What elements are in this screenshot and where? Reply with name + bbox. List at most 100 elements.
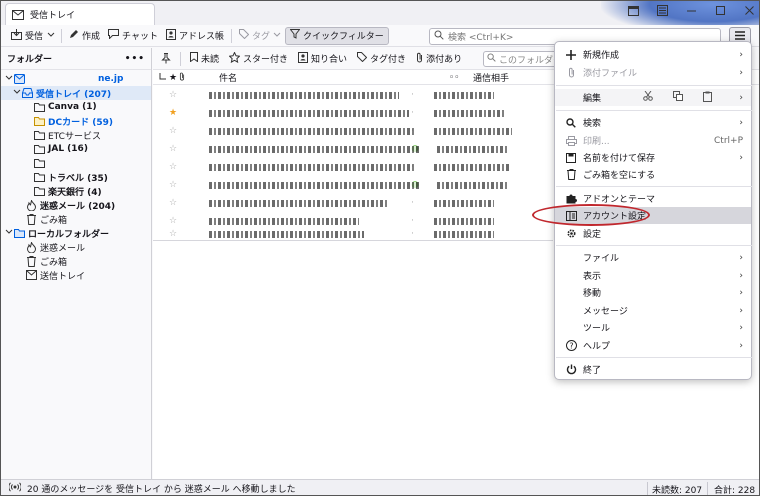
folder-label: 迷惑メール [40,243,86,254]
subject-column[interactable]: 件名 [219,71,449,84]
filter-attachment-button[interactable]: 添付あり [412,51,466,67]
menu-item-message[interactable]: メッセージ › [555,302,751,319]
folder-inbox[interactable]: 受信トレイ (207) [1,86,151,100]
star-toggle-icon[interactable]: ☆ [169,198,177,208]
menu-item-label: ヘルプ [583,342,611,352]
filter-contact-button[interactable]: 知り合い [294,51,351,67]
menu-item-empty-trash[interactable]: ごみ箱を空にする [555,166,751,183]
menu-item-settings[interactable]: 設定 [555,225,751,242]
tasks-icon[interactable] [657,5,668,19]
get-messages-button[interactable]: 受信 [7,27,47,45]
star-toggle-icon[interactable]: ☆ [169,162,177,172]
filter-icon [289,29,301,42]
search-placeholder: 検索 <Ctrl+K> [448,33,514,43]
outbox-icon [26,270,37,281]
filter-unread-button[interactable]: 未読 [186,51,223,67]
quick-filter-button[interactable]: クイックフィルター [284,26,389,45]
calendar-icon[interactable] [628,5,639,19]
search-icon [487,53,496,65]
folder-label: ローカルフォルダー [28,229,110,240]
menu-item-label: 検索 [583,119,602,129]
menu-item-help[interactable]: ? ヘルプ › [555,337,751,354]
folder-jal[interactable]: JAL (16) [1,142,151,156]
folder-outbox[interactable]: 送信トレイ [1,268,151,282]
status-bar: 20 通のメッセージを 受信トレイ から 迷惑メール へ移動しました 未読数: … [1,479,759,495]
account-row[interactable]: ne.jp [1,72,151,86]
paperclip-icon [565,67,577,78]
menu-item-save-as[interactable]: 名前を付けて保存 › [555,149,751,166]
bookmark-icon [190,52,198,65]
address-book-button[interactable]: アドレス帳 [162,27,228,45]
more-options-icon[interactable]: ••• [125,54,145,64]
menu-item-tools[interactable]: ツール › [555,319,751,336]
folder-local-trash[interactable]: ごみ箱 [1,254,151,268]
maximize-icon[interactable] [715,5,726,19]
star-column-icon[interactable]: ★ [169,73,179,83]
read-dot-icon[interactable]: · [411,216,414,226]
folder-label: 送信トレイ [40,271,86,282]
filter-starred-button[interactable]: スター付き [225,50,292,67]
menu-item-label: 編集 [583,94,602,104]
online-status-icon[interactable] [8,482,22,495]
folder-icon [34,144,45,155]
menu-separator [556,357,752,358]
folder-canva[interactable]: Canva (1) [1,100,151,114]
chevron-right-icon: › [739,305,743,316]
menu-item-file[interactable]: ファイル › [555,249,751,266]
read-status-column-icon[interactable]: ◦◦ [449,73,473,83]
menu-separator [556,110,752,111]
read-dot-icon[interactable]: · [411,90,414,100]
menu-item-print[interactable]: 印刷... Ctrl+P [555,132,751,149]
status-message: 20 通のメッセージを 受信トレイ から 迷惑メール へ移動しました [27,485,296,495]
folder-etc[interactable]: ETCサービス [1,128,151,142]
star-toggle-icon[interactable]: ☆ [169,90,177,100]
read-dot-icon[interactable]: · [411,229,414,239]
menu-item-new[interactable]: 新規作成 › [555,46,751,63]
correspondent-column[interactable]: 通信相手 [473,71,509,84]
menu-item-quit[interactable]: 終了 [555,361,751,378]
chat-button[interactable]: チャット [104,27,162,45]
folder-travel[interactable]: トラベル (35) [1,170,151,184]
tag-button[interactable]: タグ [235,27,285,45]
star-toggle-icon[interactable]: ☆ [169,180,177,190]
folder-unnamed[interactable] [1,156,151,170]
star-toggle-icon[interactable]: ☆ [169,144,177,154]
write-button[interactable]: 作成 [65,27,104,45]
pin-icon[interactable] [157,51,175,67]
menu-item-view[interactable]: 表示 › [555,267,751,284]
chevron-down-icon[interactable] [47,31,55,41]
cut-icon[interactable] [643,90,653,104]
folder-pane-header: フォルダー ••• [1,48,151,70]
star-toggle-icon[interactable]: ☆ [169,126,177,136]
read-dot-icon[interactable]: · [411,108,414,118]
chevron-right-icon[interactable]: › [739,93,743,103]
address-book-icon [165,28,176,43]
folder-dccard[interactable]: DCカード (59) [1,114,151,128]
read-dot-icon[interactable]: · [411,198,414,208]
folder-rakuten[interactable]: 楽天銀行 (4) [1,184,151,198]
menu-item-find[interactable]: 検索 › [555,114,751,131]
star-toggle-icon[interactable]: ☆ [169,216,177,226]
attachment-column-icon[interactable] [179,72,193,84]
folder-local-junk[interactable]: 迷惑メール [1,240,151,254]
mail-icon [12,9,24,20]
menu-item-go[interactable]: 移動 › [555,284,751,301]
puzzle-icon [565,193,577,204]
filter-tagged-button[interactable]: タグ付き [353,51,410,67]
star-filled-icon[interactable]: ★ [169,108,177,118]
tab-inbox[interactable]: 受信トレイ [5,3,155,25]
copy-icon[interactable] [673,91,683,104]
local-folders-row[interactable]: ローカルフォルダー [1,226,151,240]
menu-item-attach[interactable]: 添付ファイル › [555,64,751,81]
power-icon [565,364,577,375]
star-toggle-icon[interactable]: ☆ [169,229,177,239]
paste-icon[interactable] [703,91,712,105]
search-icon [434,30,444,43]
trash-icon [565,169,577,180]
minimize-icon[interactable] [686,5,697,19]
folder-trash[interactable]: ごみ箱 [1,212,151,226]
folder-junk[interactable]: 迷惑メール (204) [1,198,151,212]
account-icon [14,74,25,85]
thread-column-icon[interactable] [159,72,169,83]
close-icon[interactable] [744,5,755,19]
